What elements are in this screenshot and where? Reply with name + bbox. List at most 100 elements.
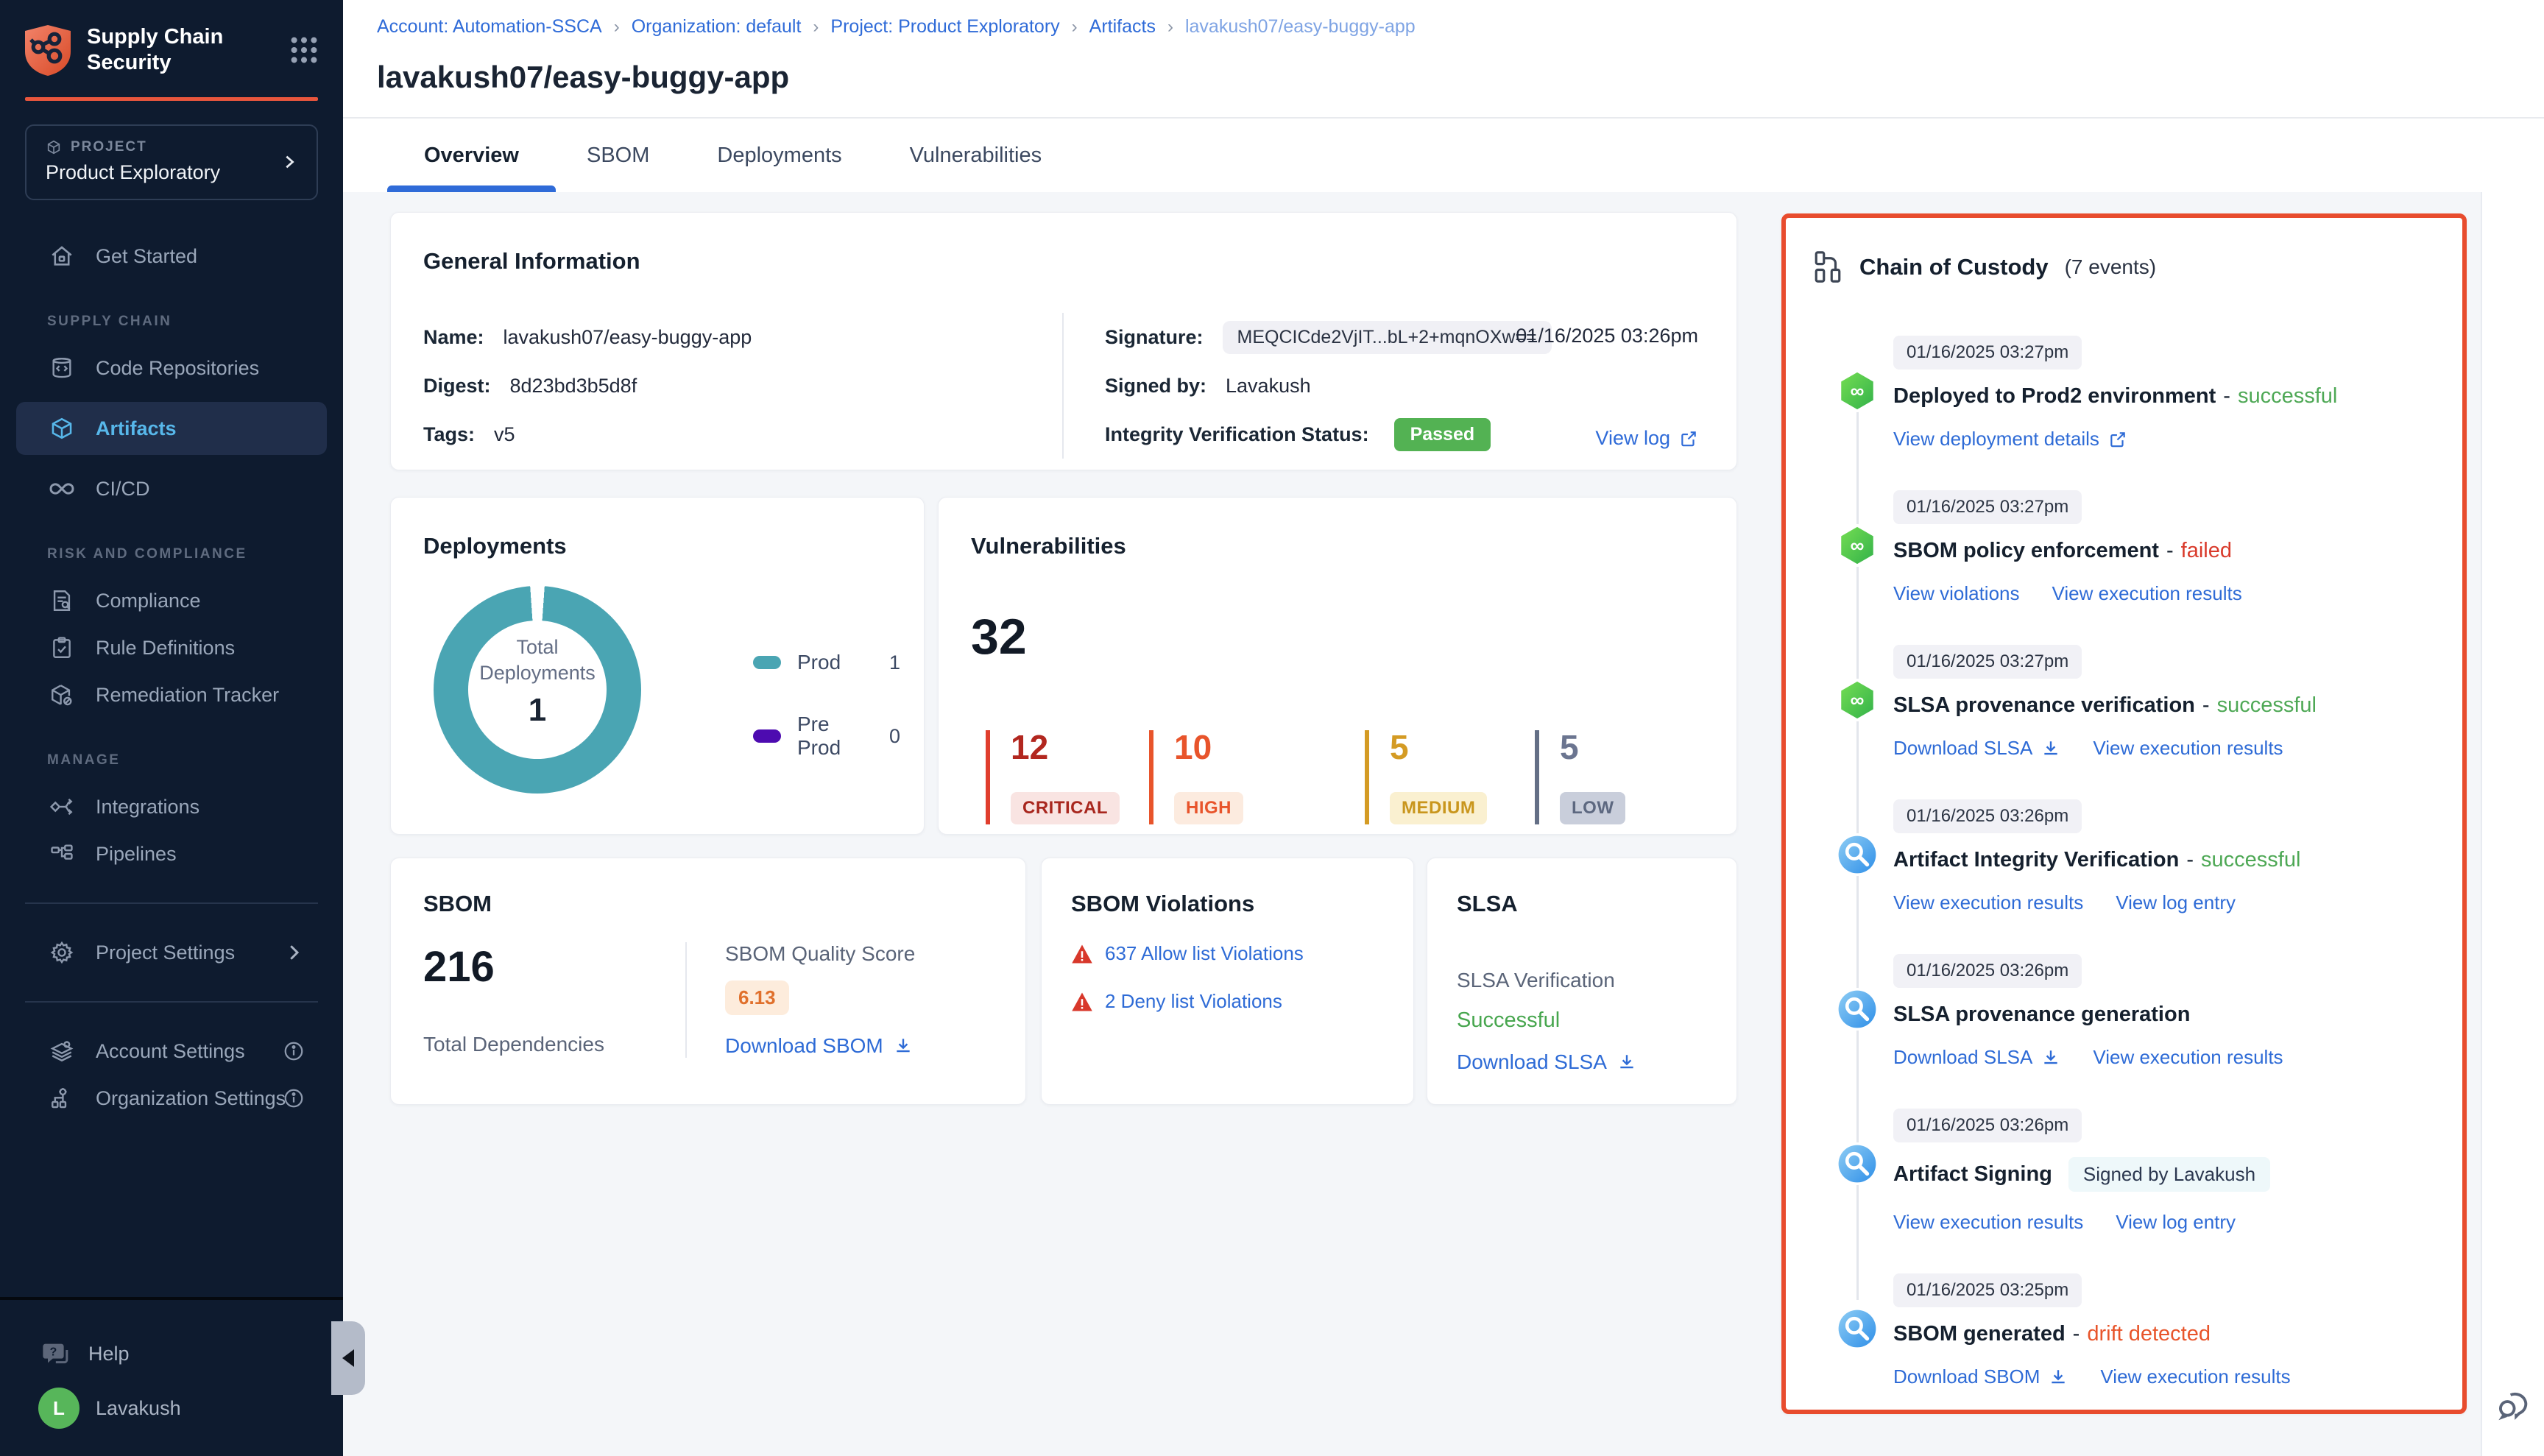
event-timestamp: 01/16/2025 03:27pm <box>1893 490 2082 524</box>
tab-bar: Overview SBOM Deployments Vulnerabilitie… <box>343 117 2544 192</box>
sidebar-item-account-settings[interactable]: Account Settings <box>0 1028 343 1075</box>
sidebar-item-remediation-tracker[interactable]: Remediation Tracker <box>0 671 343 718</box>
view-execution-results-link[interactable]: View execution results <box>2100 1365 2290 1388</box>
sidebar-item-label: CI/CD <box>96 478 150 501</box>
sidebar-item-pipelines[interactable]: Pipelines <box>0 830 343 877</box>
dash: - <box>2166 539 2174 563</box>
section-manage: MANAGE <box>0 752 343 768</box>
sidebar-collapse-handle[interactable] <box>331 1321 365 1395</box>
sidebar-item-integrations[interactable]: Integrations <box>0 783 343 830</box>
dash: - <box>2223 384 2230 409</box>
legend-value: 1 <box>889 651 900 674</box>
view-execution-results-link[interactable]: View execution results <box>1893 891 2083 914</box>
sidebar-divider <box>25 1001 318 1003</box>
sidebar-nav: Get Started SUPPLY CHAIN Code Repositori… <box>0 233 343 1122</box>
sidebar-item-label: Code Repositories <box>96 357 259 380</box>
content: General Information Name:lavakush07/easy… <box>343 192 2544 1456</box>
download-sbom-link[interactable]: Download SBOM <box>1893 1365 2068 1388</box>
breadcrumb-project[interactable]: Project: Product Exploratory <box>830 16 1059 38</box>
sidebar-item-label: Compliance <box>96 590 201 612</box>
avatar: L <box>38 1388 80 1429</box>
download-slsa-link[interactable]: Download SLSA <box>1893 1046 2060 1069</box>
view-deployment-details-link[interactable]: View deployment details <box>1893 428 2127 450</box>
app-grid-icon[interactable] <box>287 33 321 67</box>
cube-icon <box>47 414 77 443</box>
download-slsa-link[interactable]: Download SLSA <box>1457 1050 1707 1074</box>
allow-list-violations-link[interactable]: 637 Allow list Violations <box>1105 942 1304 965</box>
sidebar-item-artifacts[interactable]: Artifacts <box>16 402 327 455</box>
infinity-icon <box>47 474 77 503</box>
sidebar-item-organization-settings[interactable]: Organization Settings <box>0 1075 343 1122</box>
view-execution-results-link[interactable]: View execution results <box>2093 737 2283 760</box>
events-count: (7 events) <box>2065 255 2157 279</box>
sidebar-item-rule-definitions[interactable]: Rule Definitions <box>0 624 343 671</box>
tab-sbom[interactable]: SBOM <box>587 119 649 192</box>
document-search-icon <box>47 586 77 615</box>
low-badge: LOW <box>1560 792 1625 824</box>
page-title: lavakush07/easy-buggy-app <box>377 60 2544 117</box>
sbom-violations-card: SBOM Violations 637 Allow list Violation… <box>1041 858 1414 1105</box>
download-icon <box>2049 1368 2068 1387</box>
info-icon[interactable] <box>283 1087 305 1109</box>
tab-overview[interactable]: Overview <box>424 119 519 192</box>
high-count: 10 <box>1174 730 1365 764</box>
breadcrumb-current[interactable]: lavakush07/easy-buggy-app <box>1185 16 1416 38</box>
pipelines-icon <box>47 839 77 869</box>
view-execution-results-link[interactable]: View execution results <box>2052 582 2242 605</box>
breadcrumb-account[interactable]: Account: Automation-SSCA <box>377 16 602 38</box>
project-cube-icon <box>46 139 62 155</box>
chain-event: 01/16/2025 03:26pm Artifact Integrity Ve… <box>1812 799 2436 914</box>
view-log-link[interactable]: View log <box>1595 427 1698 450</box>
chain-event: ∞ 01/16/2025 03:27pm Deployed to Prod2 e… <box>1812 336 2436 450</box>
high-badge: HIGH <box>1174 792 1243 824</box>
tab-vulnerabilities[interactable]: Vulnerabilities <box>910 119 1042 192</box>
sidebar-item-label: Integrations <box>96 796 199 819</box>
signed-by-value: Lavakush <box>1226 375 1311 397</box>
deny-list-violations-link[interactable]: 2 Deny list Violations <box>1105 990 1282 1013</box>
event-timestamp: 01/16/2025 03:27pm <box>1893 645 2082 679</box>
sidebar-item-get-started[interactable]: Get Started <box>0 233 343 280</box>
info-icon[interactable] <box>283 1040 305 1062</box>
sbom-total-label: Total Dependencies <box>423 1033 685 1056</box>
view-log-entry-link[interactable]: View log entry <box>2116 891 2236 914</box>
org-gear-icon <box>47 1084 77 1113</box>
breadcrumb-separator: › <box>614 17 620 38</box>
breadcrumb-organization[interactable]: Organization: default <box>632 16 802 38</box>
sidebar-item-project-settings[interactable]: Project Settings <box>0 929 343 976</box>
card-title: Chain of Custody <box>1859 254 2049 280</box>
signature-timestamp: 01/16/2025 03:26pm <box>1516 325 1698 347</box>
sidebar-item-cicd[interactable]: CI/CD <box>0 465 343 512</box>
help-button[interactable]: ? Help <box>0 1326 343 1381</box>
user-menu[interactable]: L Lavakush <box>0 1381 343 1435</box>
hierarchy-icon <box>1812 250 1843 284</box>
view-execution-results-link[interactable]: View execution results <box>2093 1046 2283 1069</box>
critical-badge: CRITICAL <box>1011 792 1120 824</box>
sidebar: Supply Chain Security PROJECT Product Ex… <box>0 0 343 1456</box>
external-link-icon <box>1679 429 1698 448</box>
dash: - <box>2202 693 2210 718</box>
breadcrumb-artifacts[interactable]: Artifacts <box>1089 16 1156 38</box>
chain-of-custody-card: Chain of Custody (7 events) ∞ 01/16/2025… <box>1781 213 2467 1414</box>
card-title: SBOM Violations <box>1071 891 1384 917</box>
right-rail <box>2481 192 2544 1456</box>
signed-by-label: Signed by: <box>1105 375 1206 397</box>
pipeline-hexagon-icon: ∞ <box>1836 524 1879 567</box>
view-execution-results-link[interactable]: View execution results <box>1893 1211 2083 1234</box>
download-slsa-link[interactable]: Download SLSA <box>1893 737 2060 760</box>
sidebar-item-compliance[interactable]: Compliance <box>0 577 343 624</box>
slsa-status: Successful <box>1457 1008 1707 1033</box>
box-remediate-icon <box>47 680 77 710</box>
signature-value: MEQCICde2VjIT...bL+2+mqnOXw== <box>1223 321 1552 354</box>
sidebar-item-label: Artifacts <box>96 417 177 440</box>
download-sbom-link[interactable]: Download SBOM <box>725 1034 915 1058</box>
slsa-card: SLSA SLSA Verification Successful Downlo… <box>1427 858 1737 1105</box>
view-violations-link[interactable]: View violations <box>1893 582 2020 605</box>
user-name: Lavakush <box>96 1397 181 1420</box>
view-log-entry-link[interactable]: View log entry <box>2116 1211 2236 1234</box>
project-selector[interactable]: PROJECT Product Exploratory <box>25 124 318 200</box>
chat-bubbles-icon[interactable] <box>2495 1385 2534 1424</box>
tab-deployments[interactable]: Deployments <box>717 119 841 192</box>
sidebar-item-code-repositories[interactable]: Code Repositories <box>0 344 343 392</box>
event-title: SLSA provenance verification <box>1893 693 2195 718</box>
app-title: Supply Chain Security <box>87 24 287 76</box>
